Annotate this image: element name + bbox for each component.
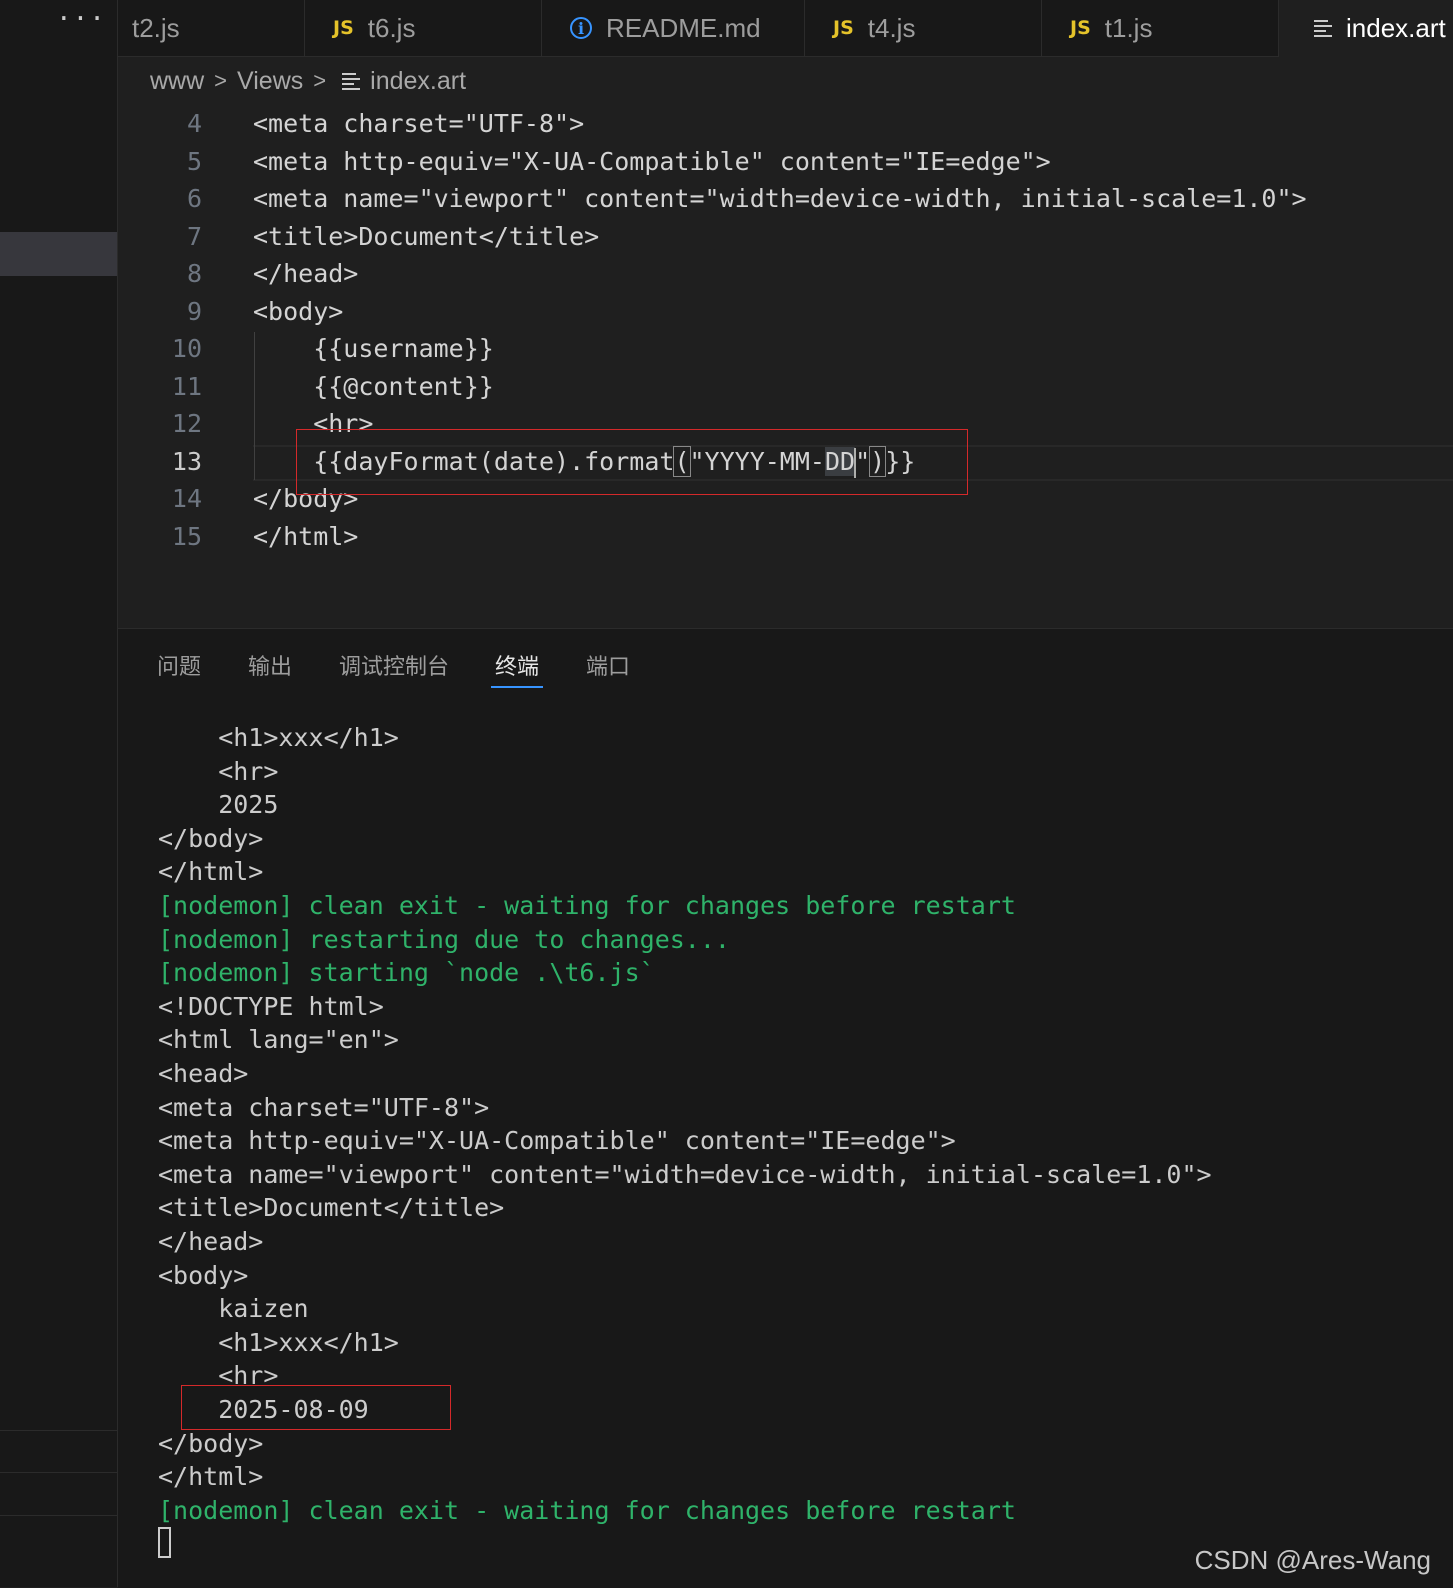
code-line: 4 <meta charset="UTF-8"> <box>118 105 1453 143</box>
code-text[interactable]: {{username}} <box>253 330 494 368</box>
sidebar-divider <box>0 1472 117 1473</box>
tab-index-art[interactable]: index.art <box>1279 0 1453 57</box>
terminal-line: <title>Document</title> <box>158 1193 505 1223</box>
terminal-line-nodemon: [nodemon] starting `node .\t6.js` <box>158 958 655 988</box>
line-number: 4 <box>186 109 202 138</box>
more-actions-icon[interactable]: ··· <box>56 4 106 34</box>
terminal-line: <h1>xxx</h1> <box>158 1327 399 1357</box>
tab-t6-js[interactable]: JS t6.js <box>305 0 542 56</box>
terminal-line: kaizen <box>158 1294 309 1324</box>
terminal-line: <html lang="en"> <box>158 1025 399 1055</box>
terminal-line-nodemon: [nodemon] clean exit - waiting for chang… <box>158 891 1016 920</box>
terminal-line: </head> <box>158 1227 264 1256</box>
tab-label: t4.js <box>867 12 916 43</box>
terminal-cursor <box>158 1527 171 1558</box>
terminal-line-nodemon: [nodemon] restarting due to changes... <box>158 924 730 954</box>
sidebar: ··· <box>0 0 118 1587</box>
code-text[interactable]: <meta http-equiv="X-UA-Compatible" conte… <box>253 143 1051 181</box>
breadcrumb-item-file[interactable]: index.art <box>370 67 466 96</box>
line-number: 9 <box>186 297 202 326</box>
code-text[interactable]: <body> <box>253 293 343 331</box>
breadcrumb-item-www[interactable]: www <box>150 67 204 96</box>
terminal-line: <body> <box>158 1260 249 1290</box>
code-line: 10 {{username}} <box>118 330 1453 368</box>
tab-terminal[interactable]: 终端 <box>495 649 539 681</box>
code-line: 8 </head> <box>118 255 1453 293</box>
terminal-line: 2025 <box>158 790 279 820</box>
terminal-line: <!DOCTYPE html> <box>158 991 384 1021</box>
line-number: 6 <box>186 184 202 213</box>
javascript-file-icon: JS <box>333 17 354 39</box>
tab-label: index.art <box>1346 13 1446 43</box>
tab-ports[interactable]: 端口 <box>586 649 630 681</box>
tab-t2-js[interactable]: t2.js <box>118 0 305 56</box>
terminal-line: </body> <box>158 1428 264 1458</box>
code-text[interactable]: </head> <box>253 255 358 293</box>
tab-readme-md[interactable]: i README.md <box>542 0 805 56</box>
line-number: 13 <box>171 447 202 476</box>
sidebar-divider <box>0 1515 117 1516</box>
tab-label: README.md <box>606 12 761 43</box>
line-number: 15 <box>171 522 202 551</box>
sidebar-divider <box>0 1430 117 1431</box>
code-line: 15 </html> <box>118 518 1453 556</box>
line-number: 12 <box>171 409 202 438</box>
terminal-line: <meta http-equiv="X-UA-Compatible" conte… <box>158 1126 956 1156</box>
watermark: CSDN @Ares-Wang <box>1194 1545 1431 1575</box>
tab-debug-console[interactable]: 调试控制台 <box>339 649 449 681</box>
terminal-line: <h1>xxx</h1> <box>158 723 399 752</box>
terminal-line-nodemon: [nodemon] clean exit - waiting for chang… <box>158 1495 1016 1525</box>
file-lines-icon <box>342 70 361 93</box>
chevron-right-icon: > <box>313 68 327 93</box>
breadcrumb: www > Views > index.art <box>150 62 466 100</box>
terminal-line: <meta name="viewport" content="width=dev… <box>158 1159 1212 1189</box>
tab-problems[interactable]: 问题 <box>157 649 201 681</box>
tab-output[interactable]: 输出 <box>248 649 292 681</box>
annotation-highlight-box <box>296 429 968 495</box>
file-lines-icon <box>1314 17 1332 40</box>
tab-label: t6.js <box>367 12 416 43</box>
terminal-line: <hr> <box>158 756 279 786</box>
annotation-highlight-box <box>181 1385 451 1430</box>
terminal-line: <head> <box>158 1059 249 1088</box>
code-line: 5 <meta http-equiv="X-UA-Compatible" cont… <box>118 143 1453 181</box>
bottom-panel: 问题 输出 调试控制台 终端 端口 <h1>xxx</h1> <hr> 2025… <box>118 628 1453 1588</box>
code-line: 7 <title>Document</title> <box>118 218 1453 256</box>
tab-t4-js[interactable]: JS t4.js <box>805 0 1042 56</box>
active-tab-indicator <box>491 686 543 688</box>
editor-tab-bar: t2.js JS t6.js i README.md JS t4.js JS t… <box>118 0 1453 57</box>
sidebar-selected-item[interactable] <box>0 232 117 276</box>
line-number: 5 <box>186 147 202 176</box>
breadcrumb-item-views[interactable]: Views <box>237 67 303 96</box>
info-icon: i <box>570 17 592 39</box>
code-editor[interactable]: 4 <meta charset="UTF-8"> 5 <meta http-equi… <box>118 102 1453 628</box>
javascript-file-icon: JS <box>1070 17 1091 39</box>
chevron-right-icon: > <box>214 68 228 93</box>
code-text[interactable]: <meta charset="UTF-8"> <box>253 105 584 143</box>
code-line: 9 <body> <box>118 293 1453 331</box>
terminal-line: <meta charset="UTF-8"> <box>158 1092 490 1122</box>
terminal-line: </body> <box>158 823 264 853</box>
tab-t1-js[interactable]: JS t1.js <box>1042 0 1279 56</box>
code-text[interactable]: {{@content}} <box>253 368 494 406</box>
tab-label: t2.js <box>132 12 180 43</box>
line-number: 10 <box>171 334 202 363</box>
code-text[interactable]: <meta name="viewport" content="width=dev… <box>253 180 1307 218</box>
terminal-line: </html> <box>158 1462 264 1492</box>
line-number: 14 <box>171 484 202 513</box>
code-text[interactable]: </html> <box>253 518 358 556</box>
line-number: 11 <box>171 372 202 401</box>
javascript-file-icon: JS <box>833 17 854 39</box>
line-number: 7 <box>186 222 202 251</box>
code-line: 6 <meta name="viewport" content="width=de… <box>118 180 1453 218</box>
code-line: 11 {{@content}} <box>118 368 1453 406</box>
terminal-line: </html> <box>158 857 264 887</box>
line-number: 8 <box>186 259 202 288</box>
code-text[interactable]: <title>Document</title> <box>253 218 599 256</box>
tab-label: t1.js <box>1104 12 1153 43</box>
